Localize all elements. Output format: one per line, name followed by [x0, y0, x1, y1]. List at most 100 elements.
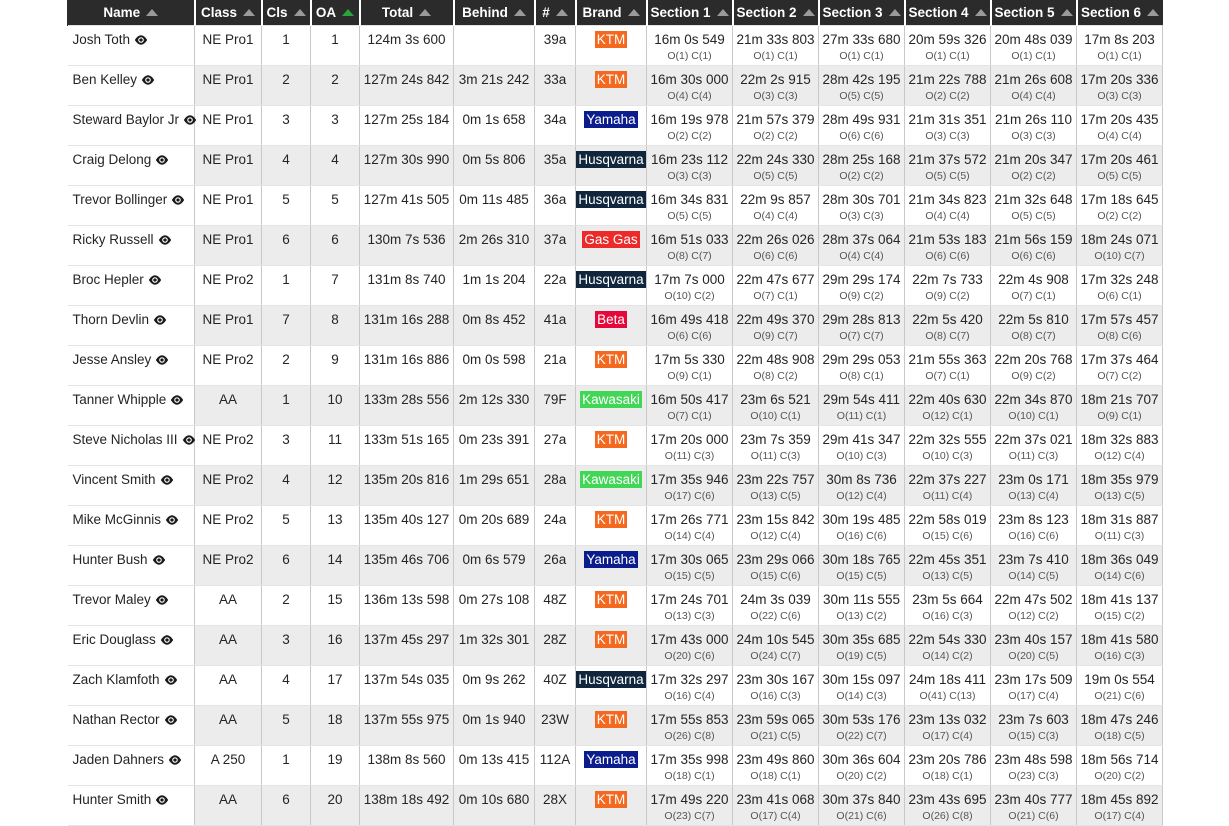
column-header-class[interactable]: Class — [194, 0, 263, 26]
cell-section-5: 22m 5s 810 O(8) C(7) — [990, 305, 1077, 346]
eye-icon[interactable] — [141, 72, 155, 91]
cell-section-4-position: O(14) C(2) — [922, 650, 973, 662]
sort-ascending-arrow-icon[interactable] — [293, 9, 306, 16]
cell-oa: 8 — [310, 305, 360, 346]
sort-ascending-arrow-icon[interactable] — [146, 9, 159, 16]
eye-icon[interactable] — [158, 232, 172, 251]
cell-class-value: NE Pro1 — [202, 152, 254, 167]
eye-icon[interactable] — [152, 552, 166, 571]
eye-icon[interactable] — [165, 512, 179, 531]
column-header-brand[interactable]: Brand — [575, 0, 648, 26]
eye-icon[interactable] — [183, 112, 197, 131]
sort-ascending-arrow-icon[interactable] — [243, 9, 256, 16]
cell-section-2-position: O(8) C(2) — [753, 370, 798, 382]
sort-ascending-arrow-icon[interactable] — [716, 9, 729, 16]
sort-ascending-arrow-icon[interactable] — [974, 9, 987, 16]
cell-section-6-position: O(15) C(2) — [1094, 610, 1145, 622]
column-header-name[interactable]: Name — [67, 0, 196, 26]
table-row[interactable]: Steve Nicholas III NE Pro2 3 11 133m 51s 165… — [67, 425, 1163, 466]
cell-section-6-position: O(7) C(2) — [1097, 370, 1142, 382]
cell-oa: 19 — [310, 745, 360, 786]
cell-section-3-value: 28m 37s 064 — [822, 232, 901, 247]
table-row[interactable]: Nathan Rector AA 5 18 137m 55s 975 0m 1s 940 2… — [67, 705, 1163, 746]
eye-icon[interactable] — [155, 792, 169, 811]
eye-icon[interactable] — [134, 32, 148, 51]
table-row[interactable]: Craig Delong NE Pro1 4 4 127m 30s 990 0m 5s 8… — [67, 145, 1163, 186]
cell-section-4: 24m 18s 411 O(41) C(13) — [904, 665, 991, 706]
column-header-sec3[interactable]: Section 3 — [818, 0, 906, 26]
column-header-sec5[interactable]: Section 5 — [990, 0, 1078, 26]
table-row[interactable]: Thorn Devlin NE Pro1 7 8 131m 16s 288 0m 8s 4… — [67, 305, 1163, 346]
table-row[interactable]: Trevor Maley AA 2 15 136m 13s 598 0m 27s 108 4… — [67, 585, 1163, 626]
brand-wrapper: Gas Gas — [576, 226, 646, 249]
eye-icon[interactable] — [160, 472, 174, 491]
table-row[interactable]: Steward Baylor Jr NE Pro1 3 3 127m 25s 184 0m… — [67, 105, 1163, 146]
eye-icon[interactable] — [168, 752, 182, 771]
column-header-sec2[interactable]: Section 2 — [732, 0, 820, 26]
table-row[interactable]: Ricky Russell NE Pro1 6 6 130m 7s 536 2m 26s … — [67, 225, 1163, 266]
sort-ascending-arrow-icon[interactable] — [802, 9, 815, 16]
cell-number: 33a — [534, 65, 576, 106]
eye-icon[interactable] — [164, 672, 178, 691]
cell-behind: 0m 6s 579 — [453, 545, 535, 586]
sort-ascending-arrow-icon[interactable] — [888, 9, 901, 16]
cell-section-2-position: O(18) C(1) — [750, 770, 801, 782]
sort-ascending-arrow-icon[interactable] — [627, 9, 640, 16]
table-row[interactable]: Ben Kelley NE Pro1 2 2 127m 24s 842 3m 21s 24… — [67, 65, 1163, 106]
cell-section-5: 23m 7s 603 O(15) C(3) — [990, 705, 1077, 746]
column-header-oa[interactable]: OA — [310, 0, 361, 26]
sort-ascending-arrow-icon[interactable] — [513, 9, 526, 16]
eye-icon[interactable] — [155, 352, 169, 371]
cell-brand: Yamaha — [575, 745, 647, 786]
eye-icon[interactable] — [153, 312, 167, 331]
table-row[interactable]: Tanner Whipple AA 1 10 133m 28s 556 2m 12s 33… — [67, 385, 1163, 426]
cell-oa: 14 — [310, 545, 360, 586]
cell-section-5-value: 21m 32s 648 — [994, 192, 1073, 207]
eye-icon[interactable] — [164, 712, 178, 731]
column-header-behind[interactable]: Behind — [453, 0, 536, 26]
brand-badge: Kawasaki — [580, 471, 642, 488]
sort-ascending-arrow-icon[interactable] — [342, 9, 355, 16]
cell-section-3: 30m 19s 485 O(16) C(6) — [818, 505, 905, 546]
brand-badge: Kawasaki — [580, 391, 642, 408]
column-header-cls[interactable]: Cls — [261, 0, 312, 26]
eye-icon[interactable] — [182, 432, 196, 451]
cell-total: 137m 55s 975 — [359, 705, 454, 746]
eye-icon[interactable] — [171, 192, 185, 211]
table-row[interactable]: Broc Hepler NE Pro2 1 7 131m 8s 740 1m 1s 204… — [67, 265, 1163, 306]
eye-icon[interactable] — [155, 592, 169, 611]
cell-section-1: 17m 30s 065 O(15) C(5) — [646, 545, 733, 586]
cell-section-6-position: O(2) C(2) — [1097, 210, 1142, 222]
table-row[interactable]: Josh Toth NE Pro1 1 1 124m 3s 600 39a KTM 16m 0… — [67, 25, 1163, 66]
table-row[interactable]: Trevor Bollinger NE Pro1 5 5 127m 41s 505 0m … — [67, 185, 1163, 226]
table-row[interactable]: Jaden Dahners A 250 1 19 138m 8s 560 0m 13s 4… — [67, 745, 1163, 786]
table-row[interactable]: Eric Douglass AA 3 16 137m 45s 297 1m 32s 301… — [67, 625, 1163, 666]
table-row[interactable]: Vincent Smith NE Pro2 4 12 135m 20s 816 1m 29… — [67, 465, 1163, 506]
cell-class: NE Pro2 — [194, 265, 262, 306]
column-header-sec6[interactable]: Section 6 — [1076, 0, 1163, 26]
column-header-sec1[interactable]: Section 1 — [646, 0, 734, 26]
cell-section-5: 23m 0s 171 O(13) C(4) — [990, 465, 1077, 506]
table-row[interactable]: Jesse Ansley NE Pro2 2 9 131m 16s 886 0m 0s 5… — [67, 345, 1163, 386]
sort-ascending-arrow-icon[interactable] — [1060, 9, 1073, 16]
column-header-total[interactable]: Total — [359, 0, 455, 26]
brand-badge: KTM — [594, 71, 628, 88]
column-header-sec4[interactable]: Section 4 — [904, 0, 992, 26]
eye-icon[interactable] — [155, 152, 169, 171]
eye-icon[interactable] — [148, 272, 162, 291]
cell-brand: Kawasaki — [575, 465, 647, 506]
table-row[interactable]: Hunter Bush NE Pro2 6 14 135m 46s 706 0m 6s 5… — [67, 545, 1163, 586]
cell-section-3: 29m 29s 174 O(9) C(2) — [818, 265, 905, 306]
cell-section-5-value: 20m 48s 039 — [994, 32, 1073, 47]
table-row[interactable]: Mike McGinnis NE Pro2 5 13 135m 40s 127 0m 20… — [67, 505, 1163, 546]
cell-section-3: 30m 53s 176 O(22) C(7) — [818, 705, 905, 746]
sort-ascending-arrow-icon[interactable] — [1147, 9, 1160, 16]
cell-section-6: 17m 8s 203 O(1) C(1) — [1076, 25, 1163, 66]
column-header-num[interactable]: # — [534, 0, 577, 26]
sort-ascending-arrow-icon[interactable] — [419, 9, 432, 16]
eye-icon[interactable] — [160, 632, 174, 651]
eye-icon[interactable] — [170, 392, 184, 411]
table-row[interactable]: Zach Klamfoth AA 4 17 137m 54s 035 0m 9s 262 4… — [67, 665, 1163, 706]
cell-brand: KTM — [575, 705, 647, 746]
sort-ascending-arrow-icon[interactable] — [555, 9, 568, 16]
